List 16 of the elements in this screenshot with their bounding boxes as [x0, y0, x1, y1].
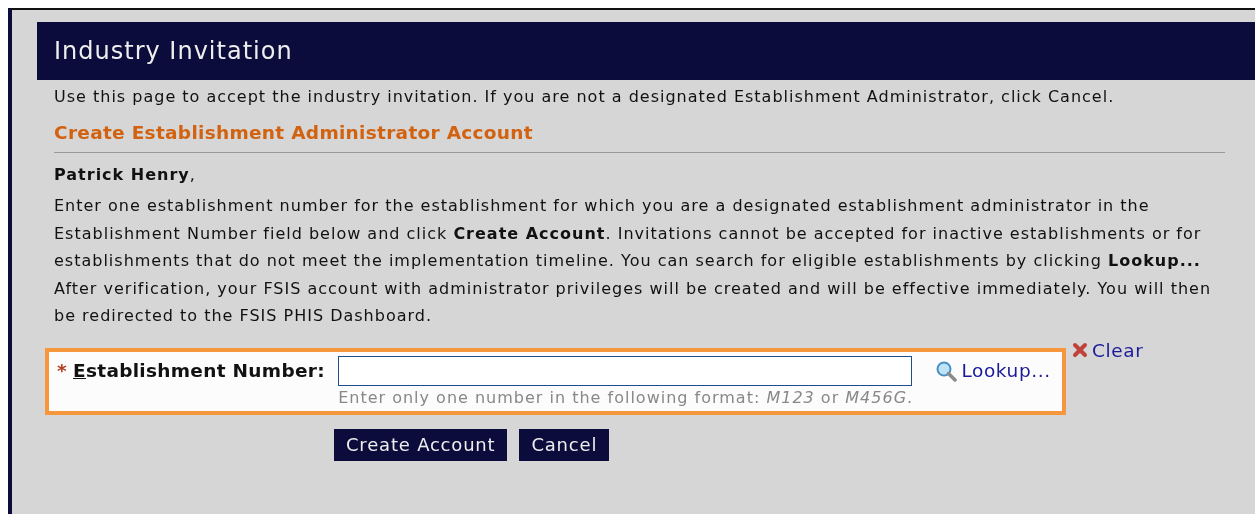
- close-icon: [1072, 342, 1088, 359]
- hint-text: Enter only one number in the following format: M123 or M456G.: [338, 386, 915, 407]
- instruction-text: After verification, your FSIS account with administrator privileges will be created and will be effective immediately. You will then be redirected to the FSIS PHIS Dashboard.: [54, 277, 1213, 328]
- establishment-number-field[interactable]: [338, 355, 913, 386]
- clear-link[interactable]: Clear: [1072, 339, 1144, 361]
- search-icon: [935, 359, 958, 382]
- required-mark: *: [57, 360, 67, 382]
- field-label: Establishment Number:: [73, 360, 325, 382]
- lookup-link[interactable]: Lookup...: [935, 359, 1051, 382]
- greeting-text: Patrick Henry,: [54, 165, 197, 184]
- intro-text: Use this page to accept the industry invitation. If you are not a designated Establishment Administrator, click Cancel.: [54, 87, 1116, 106]
- cancel-button[interactable]: Cancel: [519, 428, 610, 461]
- create-account-button[interactable]: Create Account: [334, 428, 508, 461]
- instruction-text: Enter one establishment number for the establishment for which you are a designated establishment administrator in the Establishment Number field below and click Create Account. Invitations cannot be accepted for inactive establishments or for establishments that do not meet the implementation timeline. You can search for eligible establishments by clicking Lookup...: [54, 195, 1203, 273]
- section-title: Create Establishment Administrator Account: [54, 122, 1225, 153]
- page-header: Industry Invitation: [37, 22, 1255, 80]
